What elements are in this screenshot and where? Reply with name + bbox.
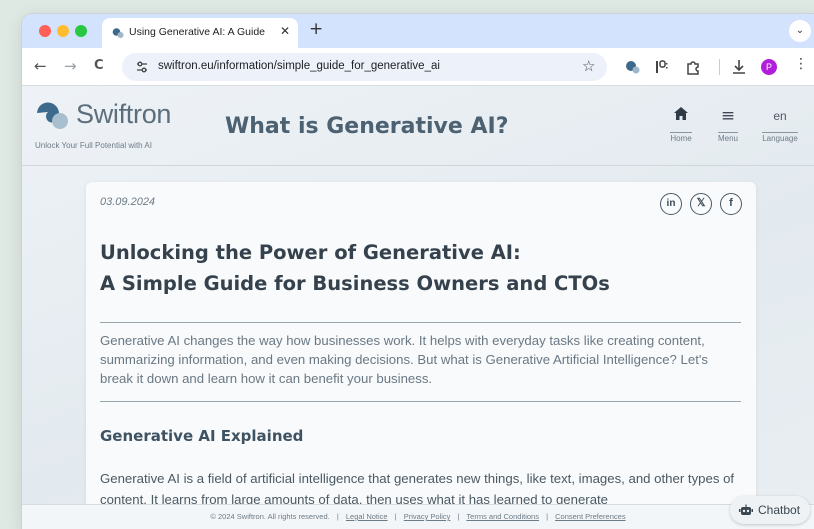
hamburger-menu-icon: ≡ — [720, 106, 736, 126]
article-title-line-1: Unlocking the Power of Generative AI: — [100, 241, 521, 264]
nav-language[interactable]: en Language — [758, 106, 802, 145]
article-card: 03.09.2024 in 𝕏 f Unlocking the Power of… — [86, 182, 756, 512]
nav-home-label: Home — [670, 132, 692, 143]
robot-icon — [739, 504, 753, 515]
new-tab-button[interactable]: + — [309, 19, 323, 39]
footer-consent-link[interactable]: Consent Preferences — [555, 512, 625, 521]
site-logo-text[interactable]: Swiftron — [76, 99, 171, 130]
profile-avatar[interactable]: P — [761, 59, 777, 75]
window-close-button[interactable] — [39, 25, 51, 37]
nav-home[interactable]: Home — [659, 106, 703, 145]
footer-separator: | — [394, 512, 397, 521]
share-facebook-icon[interactable]: f — [720, 193, 742, 215]
chatbot-button[interactable]: Chatbot — [730, 496, 810, 524]
site-tagline: Unlock Your Full Potential with AI — [35, 141, 152, 150]
nav-menu[interactable]: ≡ Menu — [706, 106, 750, 145]
intro-top-divider — [100, 322, 741, 323]
site-footer: © 2024 Swiftron. All rights reserved. | … — [22, 504, 814, 529]
article-date: 03.09.2024 — [100, 196, 156, 208]
bookmark-star-icon[interactable]: ☆ — [582, 57, 595, 75]
swiftron-logo-icon[interactable] — [34, 99, 74, 131]
extension-swiftron-icon[interactable] — [624, 58, 642, 76]
language-value: en — [773, 109, 787, 123]
extension-reader-icon[interactable] — [653, 58, 671, 76]
home-icon — [659, 106, 703, 126]
web-page: Swiftron Unlock Your Full Potential with… — [22, 86, 814, 529]
browser-toolbar: ← → C swiftron.eu/information/simple_gui… — [22, 48, 814, 86]
article-intro: Generative AI changes the way how busine… — [100, 333, 708, 386]
toolbar-divider — [719, 59, 720, 75]
nav-language-label: Language — [762, 132, 798, 143]
section-heading: Generative AI Explained — [100, 427, 304, 445]
tab-close-icon[interactable]: ✕ — [280, 24, 290, 38]
footer-separator: | — [336, 512, 339, 521]
site-header: Swiftron Unlock Your Full Potential with… — [22, 86, 814, 166]
site-settings-icon[interactable] — [134, 59, 150, 75]
tab-search-dropdown-icon[interactable]: ⌄ — [789, 20, 811, 42]
tab-title: Using Generative AI: A Guide — [129, 26, 265, 38]
article-title: Unlocking the Power of Generative AI: A … — [100, 237, 700, 299]
swiftron-favicon-icon — [112, 28, 124, 38]
browser-window: Using Generative AI: A Guide ✕ + ⌄ ← → C… — [22, 14, 814, 529]
extensions-puzzle-icon[interactable] — [684, 58, 702, 76]
intro-bottom-divider — [100, 401, 741, 402]
back-button[interactable]: ← — [34, 57, 47, 75]
window-maximize-button[interactable] — [75, 25, 87, 37]
footer-copyright: © 2024 Swiftron. All rights reserved. — [210, 512, 330, 521]
download-icon[interactable] — [730, 58, 748, 76]
forward-button[interactable]: → — [64, 57, 77, 75]
footer-legal-notice-link[interactable]: Legal Notice — [346, 512, 388, 521]
address-bar[interactable]: swiftron.eu/information/simple_guide_for… — [122, 53, 607, 81]
footer-terms-link[interactable]: Terms and Conditions — [466, 512, 539, 521]
share-x-icon[interactable]: 𝕏 — [690, 193, 712, 215]
reload-button[interactable]: C — [94, 58, 104, 73]
browser-menu-icon[interactable]: ⋮ — [794, 56, 808, 72]
nav-menu-label: Menu — [717, 132, 738, 143]
article-title-line-2: A Simple Guide for Business Owners and C… — [100, 272, 610, 295]
window-minimize-button[interactable] — [57, 25, 69, 37]
tab-active[interactable]: Using Generative AI: A Guide ✕ — [102, 18, 298, 48]
url-text: swiftron.eu/information/simple_guide_for… — [158, 60, 440, 72]
footer-separator: | — [457, 512, 460, 521]
footer-privacy-policy-link[interactable]: Privacy Policy — [404, 512, 451, 521]
tab-strip: Using Generative AI: A Guide ✕ + ⌄ — [22, 14, 814, 48]
share-linkedin-icon[interactable]: in — [660, 193, 682, 215]
chatbot-label: Chatbot — [758, 503, 801, 517]
page-heading: What is Generative AI? — [225, 114, 509, 139]
footer-separator: | — [546, 512, 549, 521]
